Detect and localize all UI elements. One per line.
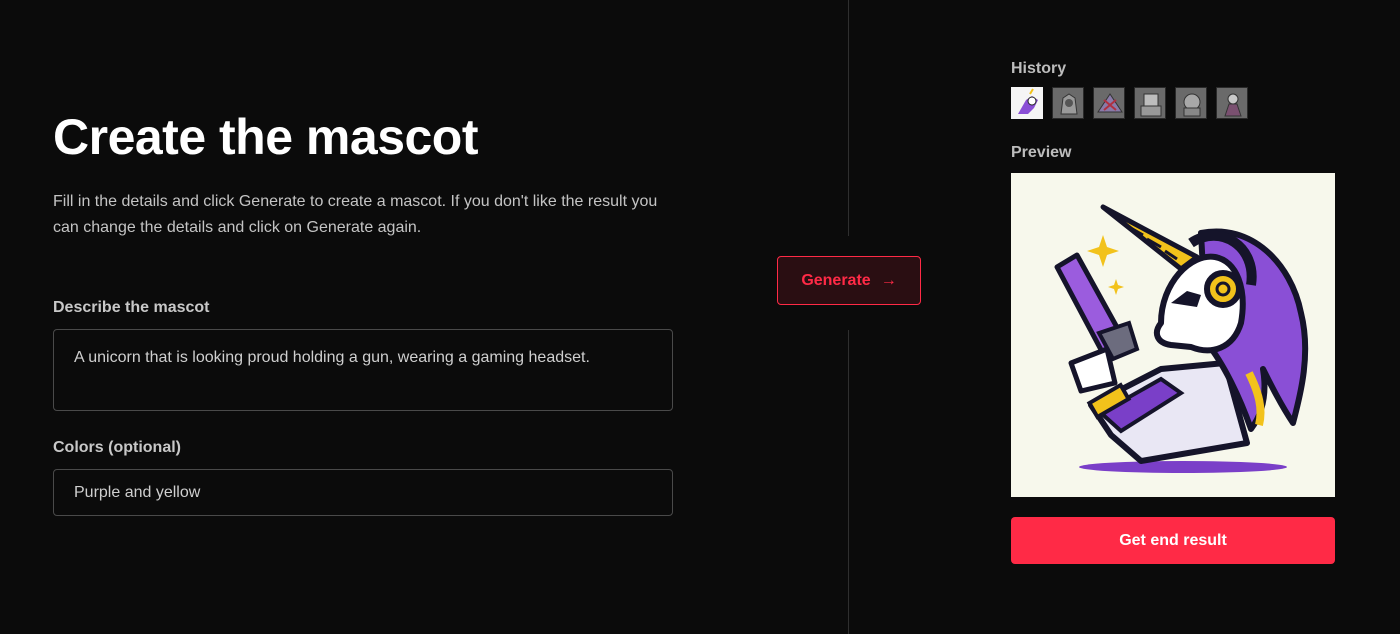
history-label: History [1011, 60, 1067, 77]
unicorn-mascot-illustration [1054, 204, 1309, 473]
history-list [1011, 87, 1248, 119]
history-thumb-3[interactable] [1093, 87, 1125, 119]
colors-input[interactable]: Purple and yellow [53, 469, 673, 516]
colors-label: Colors (optional) [53, 439, 181, 456]
describe-label: Describe the mascot [53, 299, 210, 316]
column-divider-top [848, 0, 849, 236]
history-thumb-unicorn[interactable] [1011, 87, 1043, 119]
preview-image [1011, 173, 1335, 497]
history-thumb-6[interactable] [1216, 87, 1248, 119]
generate-button-label: Generate [801, 271, 871, 289]
preview-label: Preview [1011, 144, 1072, 161]
describe-input[interactable]: A unicorn that is looking proud holding … [53, 329, 673, 411]
mascot-creator-page: Create the mascot Fill in the details an… [0, 0, 1400, 634]
page-title: Create the mascot [53, 109, 479, 165]
arrow-right-icon: → [880, 271, 897, 289]
column-divider-bottom [848, 330, 849, 634]
generate-button[interactable]: Generate → [777, 256, 921, 305]
get-end-result-button[interactable]: Get end result [1011, 517, 1335, 564]
history-thumb-4[interactable] [1134, 87, 1166, 119]
intro-text: Fill in the details and click Generate t… [53, 193, 658, 236]
history-thumb-2[interactable] [1052, 87, 1084, 119]
history-thumb-5[interactable] [1175, 87, 1207, 119]
